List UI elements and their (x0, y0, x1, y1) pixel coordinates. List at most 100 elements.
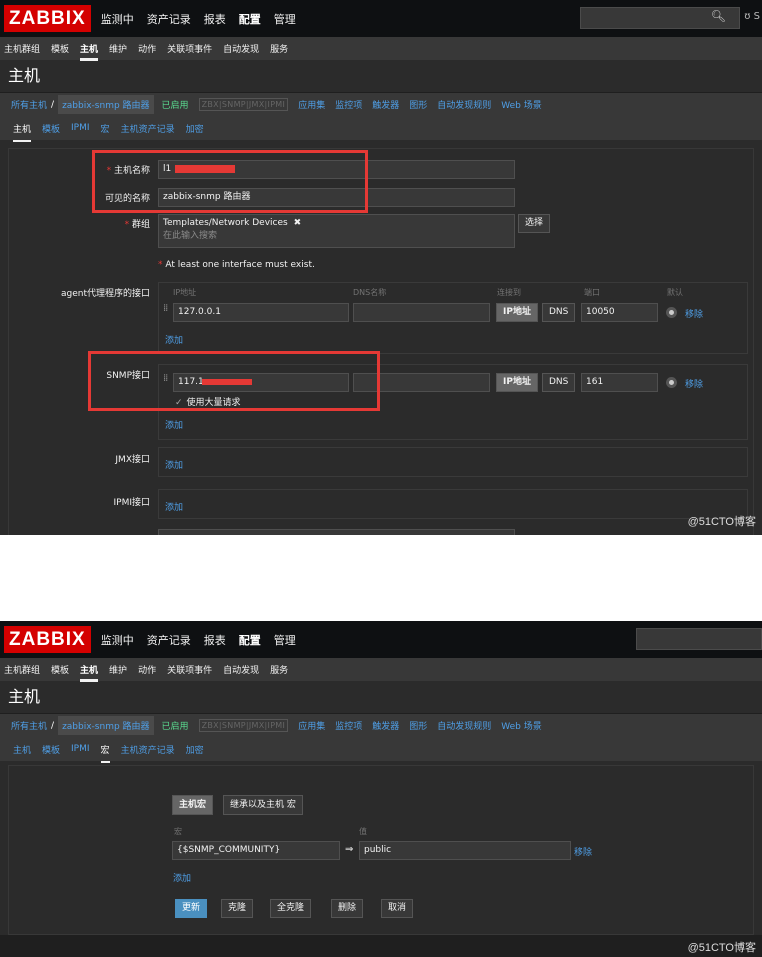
tab-inventory[interactable]: 主机资产记录 (121, 743, 175, 756)
tab-ipmi[interactable]: IPMI (71, 123, 90, 133)
macro-value-input[interactable]: public (359, 841, 571, 860)
truncated-field[interactable] (158, 529, 515, 535)
submenu-services[interactable]: 服务 (270, 663, 288, 676)
link-web-scenarios[interactable]: Web 场景 (501, 98, 541, 111)
submenu-services[interactable]: 服务 (270, 42, 288, 55)
link-discovery-rules[interactable]: 自动发现规则 (437, 98, 491, 111)
agent-add-link[interactable]: 添加 (165, 333, 183, 346)
menu-monitoring[interactable]: 监测中 (101, 11, 134, 27)
submenu-host-groups[interactable]: 主机群组 (4, 42, 40, 55)
submenu-discovery[interactable]: 自动发现 (223, 42, 259, 55)
cancel-button[interactable]: 取消 (381, 899, 414, 918)
update-button[interactable]: 更新 (175, 899, 208, 918)
zabbix-logo[interactable]: ZABBIX (4, 5, 91, 32)
submenu-host-groups[interactable]: 主机群组 (4, 663, 40, 676)
macro-name-input[interactable]: {$SNMP_COMMUNITY} (172, 841, 340, 860)
search-input[interactable] (636, 628, 762, 650)
macro-add-link[interactable]: 添加 (173, 871, 191, 884)
breadcrumb-all-hosts[interactable]: 所有主机 (11, 98, 47, 111)
macro-config-screenshot: ZABBIX 监测中 资产记录 报表 配置 管理 主机群组 模板 主机 维护 动… (0, 621, 762, 957)
group-remove-icon[interactable]: ✖ (294, 218, 302, 228)
agent-connect-dns-button[interactable]: DNS (542, 303, 576, 322)
full-clone-button[interactable]: 全克隆 (270, 899, 312, 918)
link-web-scenarios[interactable]: Web 场景 (501, 719, 541, 732)
drag-handle-icon[interactable]: ⁞⁞ (163, 303, 168, 314)
snmp-port-input[interactable]: 161 (581, 373, 658, 392)
col-dns-header: DNS名称 (353, 288, 387, 297)
snmp-connect-ip-button[interactable]: IP地址 (496, 373, 538, 392)
tab-inherited-macros[interactable]: 继承以及主机 宏 (223, 795, 303, 815)
snmp-add-link[interactable]: 添加 (165, 418, 183, 431)
group-search-placeholder[interactable]: 在此输入搜索 (163, 230, 514, 243)
agent-dns-input[interactable] (353, 303, 490, 322)
macro-remove-link[interactable]: 移除 (574, 845, 592, 858)
menu-reports[interactable]: 报表 (204, 632, 226, 648)
header-extra[interactable]: ʊ S (744, 11, 760, 22)
link-triggers[interactable]: 触发器 (372, 98, 399, 111)
submenu-correlation[interactable]: 关联项事件 (167, 663, 212, 676)
delete-button[interactable]: 删除 (331, 899, 364, 918)
menu-configuration[interactable]: 配置 (239, 11, 261, 27)
tab-encryption[interactable]: 加密 (186, 122, 204, 135)
agent-port-input[interactable]: 10050 (581, 303, 658, 322)
tab-host[interactable]: 主机 (13, 122, 32, 142)
search-icon[interactable]: 🔍︎ (711, 9, 726, 23)
snmp-default-radio[interactable] (666, 377, 677, 388)
submenu-maintenance[interactable]: 维护 (109, 42, 127, 55)
submenu-hosts[interactable]: 主机 (80, 42, 99, 61)
jmx-add-link[interactable]: 添加 (165, 458, 183, 471)
clone-button[interactable]: 克隆 (221, 899, 254, 918)
submenu-hosts[interactable]: 主机 (80, 663, 99, 682)
tab-macros[interactable]: 宏 (100, 743, 110, 763)
link-applications[interactable]: 应用集 (298, 719, 325, 732)
status-badge[interactable]: 已启用 (162, 98, 189, 111)
submenu-maintenance[interactable]: 维护 (109, 663, 127, 676)
link-triggers[interactable]: 触发器 (372, 719, 399, 732)
menu-administration[interactable]: 管理 (274, 11, 296, 27)
breadcrumb-all-hosts[interactable]: 所有主机 (11, 719, 47, 732)
agent-remove-link[interactable]: 移除 (685, 307, 703, 320)
menu-monitoring[interactable]: 监测中 (101, 632, 134, 648)
agent-connect-ip-button[interactable]: IP地址 (496, 303, 538, 322)
snmp-connect-dns-button[interactable]: DNS (542, 373, 576, 392)
col-port-header: 端口 (584, 288, 600, 297)
submenu-actions[interactable]: 动作 (138, 663, 156, 676)
tab-ipmi[interactable]: IPMI (71, 744, 90, 754)
link-graphs[interactable]: 图形 (409, 719, 427, 732)
agent-ip-input[interactable]: 127.0.0.1 (173, 303, 349, 322)
submenu-templates[interactable]: 模板 (51, 663, 69, 676)
submenu-templates[interactable]: 模板 (51, 42, 69, 55)
tab-templates[interactable]: 模板 (42, 743, 60, 756)
zabbix-logo[interactable]: ZABBIX (4, 626, 91, 653)
tab-host[interactable]: 主机 (13, 743, 31, 756)
breadcrumb-host[interactable]: zabbix-snmp 路由器 (58, 95, 154, 114)
submenu-actions[interactable]: 动作 (138, 42, 156, 55)
agent-default-radio[interactable] (666, 307, 677, 318)
jmx-interface-box: 添加 (158, 447, 748, 477)
tab-macros[interactable]: 宏 (101, 122, 110, 135)
ipmi-add-link[interactable]: 添加 (165, 500, 183, 513)
groups-multiselect[interactable]: Templates/Network Devices ✖ 在此输入搜索 (158, 214, 515, 248)
tab-host-macros[interactable]: 主机宏 (172, 795, 214, 815)
tab-inventory[interactable]: 主机资产记录 (121, 122, 175, 135)
menu-configuration[interactable]: 配置 (239, 632, 261, 648)
submenu-discovery[interactable]: 自动发现 (223, 663, 259, 676)
link-graphs[interactable]: 图形 (409, 98, 427, 111)
snmp-remove-link[interactable]: 移除 (685, 377, 703, 390)
link-items[interactable]: 监控项 (335, 719, 362, 732)
menu-inventory[interactable]: 资产记录 (147, 632, 191, 648)
breadcrumb-host[interactable]: zabbix-snmp 路由器 (58, 716, 154, 735)
link-items[interactable]: 监控项 (335, 98, 362, 111)
link-applications[interactable]: 应用集 (298, 98, 325, 111)
form-tabs: 主机 模板 IPMI 宏 主机资产记录 加密 (0, 116, 762, 142)
status-badge[interactable]: 已启用 (162, 719, 189, 732)
select-group-button[interactable]: 选择 (518, 214, 551, 233)
tab-templates[interactable]: 模板 (42, 122, 60, 135)
menu-administration[interactable]: 管理 (274, 632, 296, 648)
submenu-correlation[interactable]: 关联项事件 (167, 42, 212, 55)
host-config-screenshot: ZABBIX 监测中 资产记录 报表 配置 管理 🔍︎ ʊ S 主机群组 模板 … (0, 0, 762, 535)
tab-encryption[interactable]: 加密 (186, 743, 204, 756)
link-discovery-rules[interactable]: 自动发现规则 (437, 719, 491, 732)
menu-inventory[interactable]: 资产记录 (147, 11, 191, 27)
menu-reports[interactable]: 报表 (204, 11, 226, 27)
